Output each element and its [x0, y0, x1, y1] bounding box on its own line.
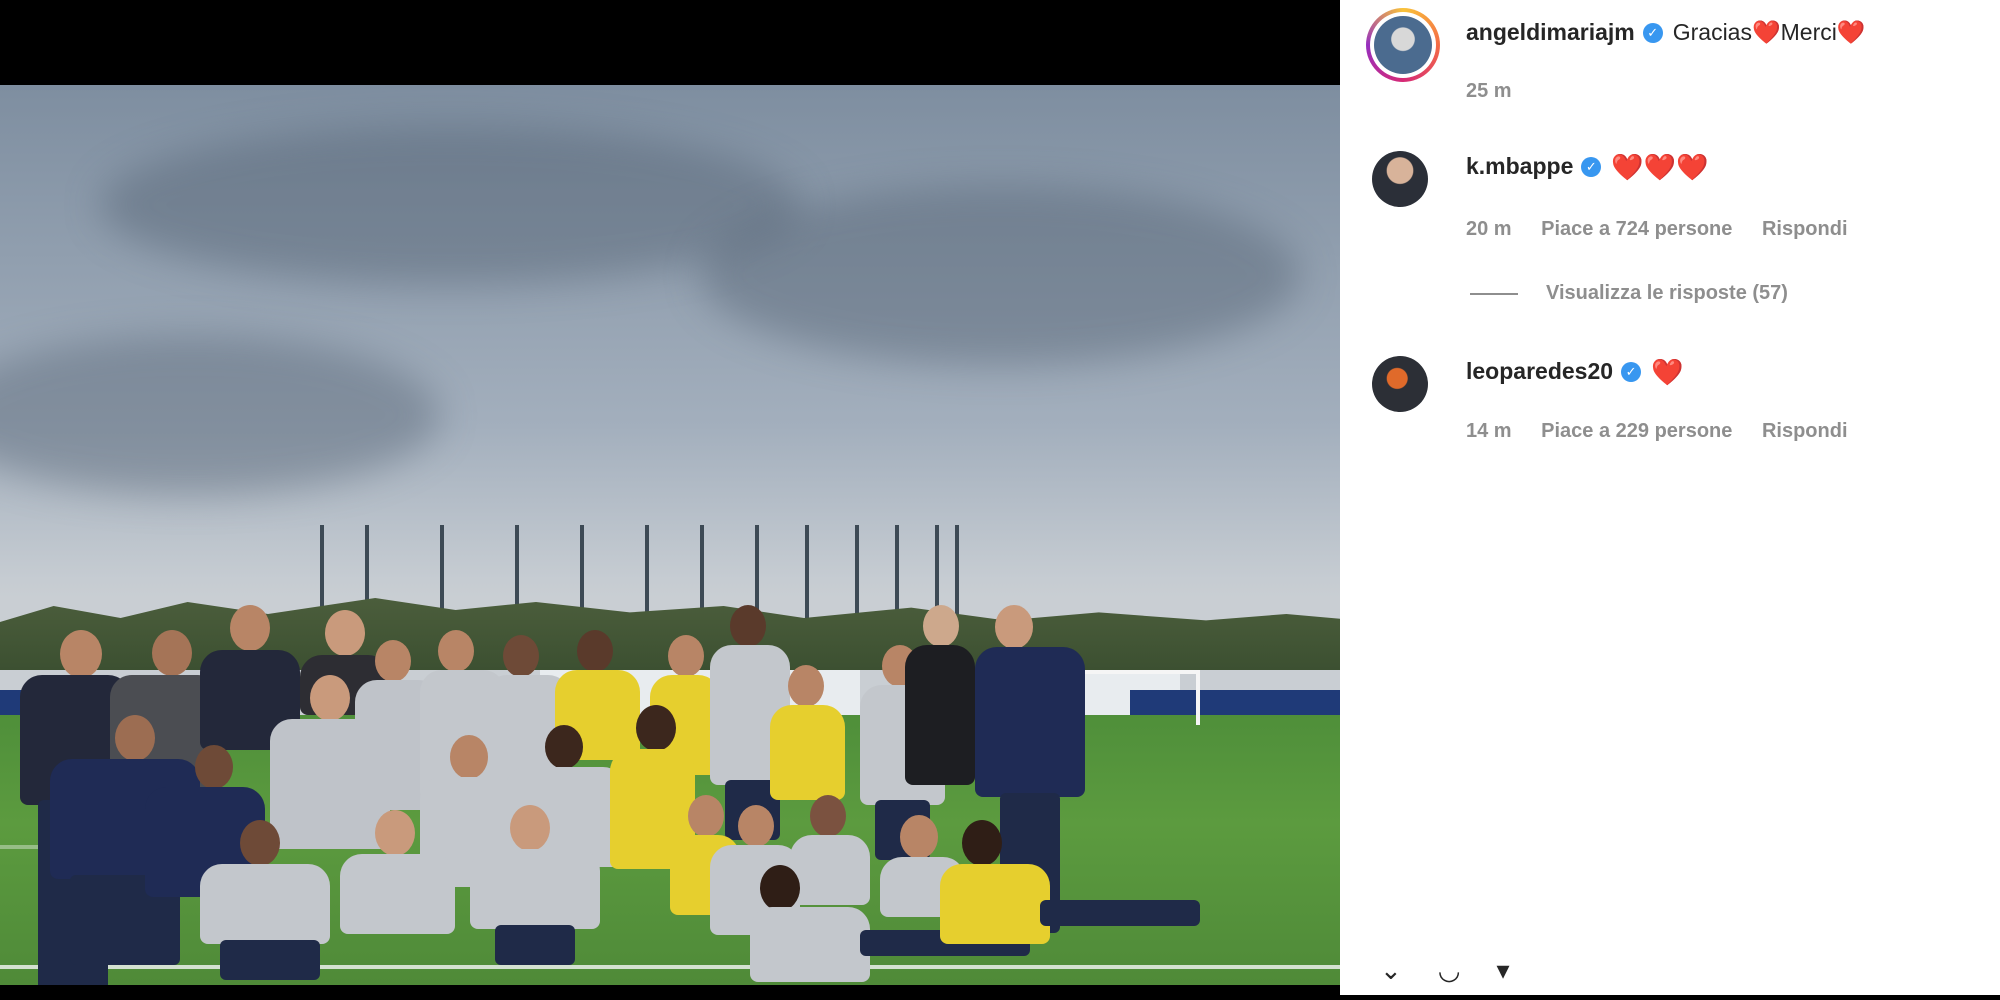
commenter-avatar[interactable] — [1372, 356, 1428, 412]
comments-panel: angeldimariajm ✓ Gracias❤️Merci❤️ 25 m k… — [1340, 0, 2000, 995]
comment-username[interactable]: leoparedes20 — [1466, 358, 1613, 385]
reply-button[interactable]: Rispondi — [1762, 218, 1848, 240]
photo-pane — [0, 0, 1340, 1000]
view-replies-button[interactable]: Visualizza le risposte (57) — [1470, 282, 1788, 305]
bookmark-icon[interactable]: ▾ — [1496, 955, 1509, 986]
verified-badge-icon: ✓ — [1581, 156, 1602, 177]
verified-badge-icon: ✓ — [1621, 361, 1642, 382]
reply-button[interactable]: Rispondi — [1762, 420, 1848, 442]
commenter-avatar[interactable] — [1372, 151, 1428, 207]
divider — [1470, 292, 1518, 295]
caption-time: 25 m — [1466, 80, 1512, 102]
author-avatar[interactable] — [1366, 8, 1440, 82]
comment-likes[interactable]: Piace a 724 persone — [1541, 218, 1732, 240]
view-replies-label: Visualizza le risposte (57) — [1546, 282, 1788, 304]
share-icon[interactable]: ◡ — [1438, 955, 1461, 986]
comment-likes[interactable]: Piace a 229 persone — [1541, 420, 1732, 442]
chevron-down-icon[interactable]: ⌄ — [1380, 955, 1402, 986]
post-photo[interactable] — [0, 85, 1340, 985]
action-bar: ⌄ ◡ ▾ — [1380, 955, 1510, 986]
comment: leoparedes20 ✓ ❤️ 14 m Piace a 229 perso… — [1340, 350, 2000, 460]
comment-time: 20 m — [1466, 218, 1512, 240]
comment-text: ❤️❤️❤️ — [1611, 151, 1709, 182]
caption-text: Gracias❤️Merci❤️ — [1672, 19, 1866, 45]
author-username[interactable]: angeldimariajm — [1466, 19, 1635, 46]
comment-text: ❤️ — [1651, 356, 1684, 387]
comment-time: 14 m — [1466, 420, 1512, 442]
post-caption: angeldimariajm ✓ Gracias❤️Merci❤️ 25 m — [1340, 0, 2000, 120]
verified-badge-icon: ✓ — [1642, 22, 1663, 43]
comment-username[interactable]: k.mbappe — [1466, 153, 1573, 180]
